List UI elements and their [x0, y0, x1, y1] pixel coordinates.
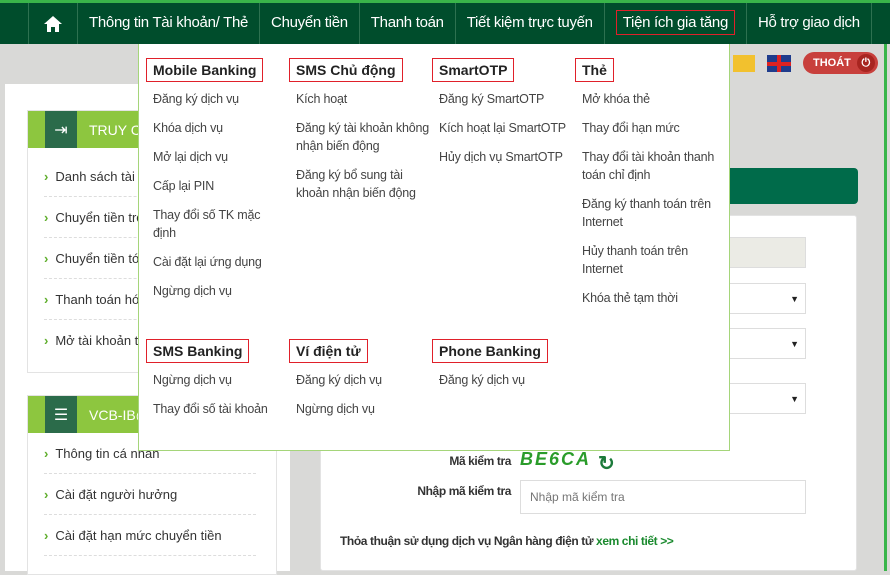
- chevron-right-icon: ›: [44, 527, 49, 543]
- menu-group-title: Thẻ: [575, 58, 614, 82]
- menu-item[interactable]: Kích hoạt lại SmartOTP: [439, 119, 572, 137]
- refresh-captcha-icon[interactable]: ↻: [598, 451, 615, 476]
- menu-item[interactable]: Thay đổi số TK mặc định: [153, 206, 286, 242]
- menu-group-title: Phone Banking: [432, 339, 548, 363]
- sidebar-item-label: Mở tài khoản ti: [55, 333, 142, 348]
- chevron-right-icon: ›: [44, 291, 49, 307]
- menu-group-title: SMS Banking: [146, 339, 250, 363]
- logout-label: THOÁT: [813, 57, 851, 69]
- nav-label: Hỗ trợ giao dịch: [757, 14, 860, 31]
- menu-column-phone-banking: Phone Banking Đăng ký dịch vụ: [432, 339, 572, 400]
- menu-group-title: SmartOTP: [432, 58, 515, 82]
- captcha-image: BE6CA: [520, 449, 592, 469]
- menu-item[interactable]: Đăng ký dịch vụ: [439, 371, 572, 389]
- menu-column-e-wallet: Ví điện tử Đăng ký dịch vụ Ngừng dịch vụ: [289, 339, 429, 429]
- nav-label: Thông tin Tài khoản/ Thẻ: [89, 14, 249, 31]
- menu-column-sms-active: SMS Chủ động Kích hoạt Đăng ký tài khoản k…: [289, 58, 429, 213]
- menu-item[interactable]: Khóa dịch vụ: [153, 119, 286, 137]
- menu-item[interactable]: Ngừng dịch vụ: [153, 282, 286, 300]
- nav-utilities[interactable]: Tiện ích gia tăng: [605, 3, 747, 44]
- main-nav: Thông tin Tài khoản/ Thẻ Chuyển tiền Tha…: [0, 3, 890, 44]
- dropdown-arrow-icon: ▼: [790, 338, 799, 349]
- sidebar-item-label: Chuyển tiền tới: [55, 250, 144, 266]
- nav-transfer[interactable]: Chuyển tiền: [260, 3, 360, 44]
- menu-group-title: SMS Chủ động: [289, 58, 403, 82]
- menu-column-card: Thẻ Mở khóa thẻ Thay đổi hạn mức Thay đổi t…: [575, 58, 715, 318]
- menu-item[interactable]: Đăng ký dịch vụ: [296, 371, 429, 389]
- menu-item[interactable]: Đăng ký SmartOTP: [439, 90, 572, 108]
- nav-label: Chuyển tiền: [271, 14, 348, 31]
- chevron-right-icon: ›: [44, 333, 49, 348]
- agreement-text: Thỏa thuận sử dụng dịch vụ Ngân hàng điệ…: [340, 534, 674, 548]
- menu-item[interactable]: Đăng ký tài khoản không nhận biến động: [296, 119, 429, 155]
- menu-item[interactable]: Cài đặt lại ứng dụng: [153, 253, 286, 271]
- menu-item[interactable]: Thay đổi tài khoản thanh toán chỉ định: [582, 148, 715, 184]
- nav-account-card[interactable]: Thông tin Tài khoản/ Thẻ: [78, 3, 261, 44]
- menu-column-smartotp: SmartOTP Đăng ký SmartOTP Kích hoạt lại Sm…: [432, 58, 572, 177]
- menu-item[interactable]: Ngừng dịch vụ: [153, 371, 286, 389]
- menu-item[interactable]: Cấp lại PIN: [153, 177, 286, 195]
- chevron-right-icon: ›: [44, 486, 49, 502]
- menu-group-title: Ví điện tử: [289, 339, 368, 363]
- captcha-input-label: Nhập mã kiểm tra: [417, 484, 511, 498]
- menu-item[interactable]: Mở khóa thẻ: [582, 90, 715, 108]
- chevron-right-icon: ›: [44, 209, 49, 225]
- menu-item[interactable]: Đăng ký bổ sung tài khoản nhận biến động: [296, 166, 429, 202]
- nav-savings[interactable]: Tiết kiệm trực tuyến: [456, 3, 605, 44]
- chevron-right-icon: ›: [44, 445, 49, 461]
- menu-item[interactable]: Khóa thẻ tạm thời: [582, 289, 715, 307]
- sidebar-item-label: Chuyển tiền tro: [55, 209, 144, 225]
- menu-group-title: Mobile Banking: [146, 58, 264, 82]
- sidebar-item[interactable]: › Cài đặt hạn mức chuyển tiền: [44, 515, 256, 556]
- utilities-dropdown-menu: Mobile Banking Đăng ký dịch vụ Khóa dịch v…: [138, 44, 730, 451]
- menu-item[interactable]: Thay đổi hạn mức: [582, 119, 715, 137]
- menu-item[interactable]: Mở lại dịch vụ: [153, 148, 286, 166]
- nav-payment[interactable]: Thanh toán: [360, 3, 456, 44]
- nav-home[interactable]: [28, 3, 78, 44]
- menu-item[interactable]: Thay đổi số tài khoản: [153, 400, 286, 418]
- nav-label: Thanh toán: [370, 14, 444, 31]
- menu-item[interactable]: Kích hoạt: [296, 90, 429, 108]
- sidebar-item-label: Cài đặt người hưởng: [55, 486, 178, 502]
- sidebar-item-label: Cài đặt hạn mức chuyển tiền: [55, 527, 222, 543]
- power-icon: ⏻: [856, 54, 875, 72]
- sidebar-item[interactable]: › Cài đặt người hưởng: [44, 474, 256, 515]
- menu-column-sms-banking: SMS Banking Ngừng dịch vụ Thay đổi số tài …: [146, 339, 286, 429]
- sidebar-item-label: Thanh toán hóa: [55, 291, 147, 307]
- english-flag-icon[interactable]: [767, 54, 791, 72]
- logout-button[interactable]: THOÁT ⏻: [803, 52, 878, 74]
- menu-item[interactable]: Hủy thanh toán trên Internet: [582, 242, 715, 278]
- user-list-icon: ☰: [45, 396, 77, 433]
- menu-item[interactable]: Đăng ký dịch vụ: [153, 90, 286, 108]
- login-icon: ⇥: [45, 111, 77, 148]
- chevron-right-icon: ›: [44, 250, 49, 266]
- agreement-link[interactable]: xem chi tiết >>: [596, 534, 674, 548]
- menu-item[interactable]: Đăng ký thanh toán trên Internet: [582, 195, 715, 231]
- header-tools: THOÁT ⏻: [733, 52, 878, 74]
- menu-item[interactable]: Hủy dịch vụ SmartOTP: [439, 148, 572, 166]
- chevron-right-icon: ›: [44, 168, 49, 184]
- right-border: [884, 44, 887, 571]
- mail-icon[interactable]: [733, 54, 755, 72]
- dropdown-arrow-icon: ▼: [790, 293, 799, 304]
- captcha-label: Mã kiểm tra: [449, 454, 511, 468]
- sidebar-item-label: Danh sách tài k: [55, 168, 145, 184]
- agreement-label: Thỏa thuận sử dụng dịch vụ Ngân hàng điệ…: [340, 534, 594, 548]
- captcha-input[interactable]: [520, 480, 806, 514]
- menu-column-mobile-banking: Mobile Banking Đăng ký dịch vụ Khóa dịch v…: [146, 58, 286, 311]
- menu-item[interactable]: Ngừng dịch vụ: [296, 400, 429, 418]
- nav-label: Tiết kiệm trực tuyến: [466, 14, 593, 31]
- nav-label: Tiện ích gia tăng: [615, 10, 735, 35]
- home-icon: [44, 15, 62, 32]
- nav-support[interactable]: Hỗ trợ giao dịch: [747, 3, 872, 44]
- dropdown-arrow-icon: ▼: [790, 393, 799, 404]
